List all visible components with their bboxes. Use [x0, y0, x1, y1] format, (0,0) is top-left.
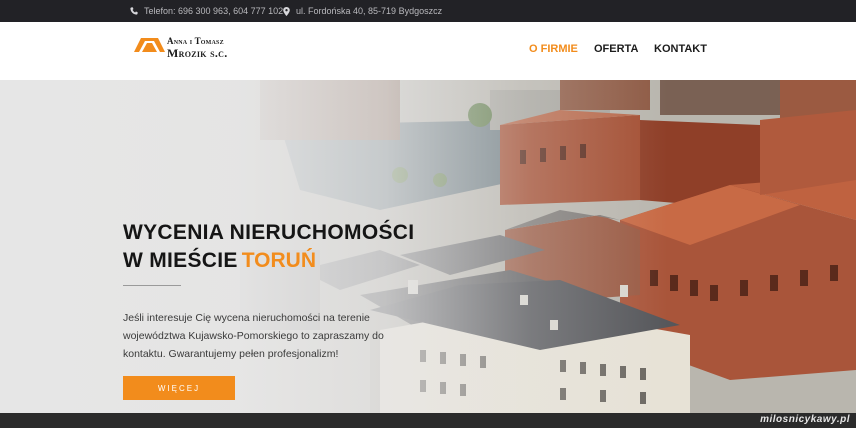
company-logo[interactable]: Anna i Tomasz Mrozik s.c. — [134, 35, 244, 67]
nav-item-o-firmie[interactable]: O FIRMIE — [529, 43, 578, 55]
address-info: ul. Fordońska 40, 85-719 Bydgoszcz — [283, 0, 442, 22]
top-info-bar: Telefon: 696 300 963, 604 777 102 ul. Fo… — [0, 0, 856, 22]
nav-item-kontakt[interactable]: KONTAKT — [654, 43, 707, 55]
logo-line1: Anna i Tomasz — [167, 36, 224, 46]
logo-line2: Mrozik s.c. — [167, 46, 228, 60]
address-text: ul. Fordońska 40, 85-719 Bydgoszcz — [296, 6, 443, 16]
phone-icon — [130, 7, 138, 15]
hero-heading-line2: W MIEŚCIE — [123, 249, 238, 272]
hero-city-name: TORUŃ — [241, 249, 316, 272]
map-pin-icon — [283, 6, 290, 16]
hero-divider — [123, 285, 181, 286]
bottom-strip: milosnicykawy.pl — [0, 413, 856, 428]
hero-heading: WYCENIA NIERUCHOMOŚCI W MIEŚCIE TORUŃ — [123, 219, 414, 275]
hero-description: Jeśli interesuje Cię wycena nieruchomośc… — [123, 312, 384, 360]
hero-heading-line2-wrap: W MIEŚCIE TORUŃ — [123, 247, 414, 275]
roof-logo-icon — [134, 38, 165, 52]
hero-heading-line1: WYCENIA NIERUCHOMOŚCI — [123, 221, 415, 244]
watermark-text: milosnicykawy.pl — [760, 414, 850, 425]
phone-info[interactable]: Telefon: 696 300 963, 604 777 102 — [130, 0, 283, 22]
nav-item-oferta[interactable]: OFERTA — [594, 43, 638, 55]
hero-section: WYCENIA NIERUCHOMOŚCI W MIEŚCIE TORUŃ Jeś… — [0, 80, 856, 413]
more-button[interactable]: WIĘCEJ — [123, 376, 235, 400]
site-header: Anna i Tomasz Mrozik s.c. O FIRMIE OFERT… — [0, 22, 856, 80]
phone-text: Telefon: 696 300 963, 604 777 102 — [144, 6, 284, 16]
